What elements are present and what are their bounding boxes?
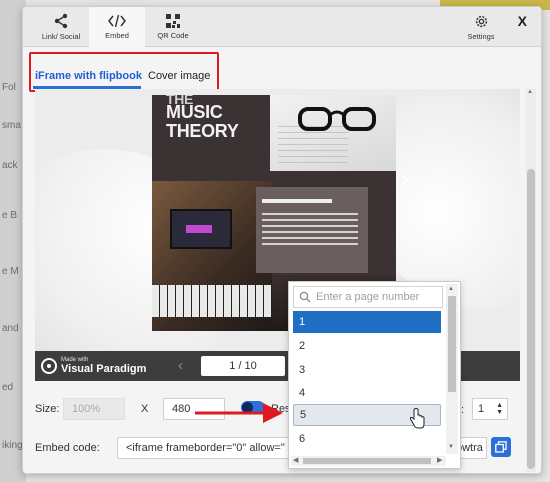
start-page-value: 1: [478, 403, 485, 415]
page-number-dropdown[interactable]: 1 2 3 4 5 6 ▲ ▼ ◀ ▶: [288, 281, 461, 469]
scroll-up-icon[interactable]: ▲: [448, 286, 454, 292]
embed-code-label: Embed code:: [35, 442, 100, 454]
bg-label: e M: [2, 266, 19, 277]
bg-label: sma: [2, 120, 21, 131]
code-icon: [108, 14, 126, 28]
logo-mark-icon: [41, 358, 57, 374]
scrollbar-thumb[interactable]: [303, 458, 431, 464]
share-icon: [54, 13, 68, 29]
width-input[interactable]: 100%: [63, 398, 125, 420]
dropdown-horizontal-scrollbar[interactable]: ◀ ▶: [291, 456, 446, 466]
page-option[interactable]: 6: [293, 428, 441, 450]
gear-icon: [475, 15, 487, 27]
scrollbar-thumb[interactable]: [448, 296, 456, 392]
dialog-toolbar: Link/ Social Embed QR Code Settings X: [23, 7, 541, 47]
promo-text-block: [256, 187, 368, 273]
settings-button[interactable]: Settings: [453, 7, 509, 47]
page-option[interactable]: 4: [293, 382, 441, 404]
hand-cursor-icon: [409, 408, 425, 429]
start-page-stepper[interactable]: 1 ▲ ▼: [472, 398, 508, 420]
size-label: Size:: [35, 403, 60, 415]
tab-embed[interactable]: Embed: [89, 7, 145, 47]
start-page-colon: :: [461, 404, 465, 416]
glasses-icon: [298, 107, 376, 131]
tab-label: Embed: [105, 31, 129, 40]
dialog-scrollbar[interactable]: ▲: [526, 89, 536, 472]
bg-label: iking: [2, 440, 23, 451]
qr-code-icon: [166, 14, 180, 28]
tab-label: Link/ Social: [41, 32, 81, 41]
bg-label: ed: [2, 382, 14, 393]
prev-page-button[interactable]: ‹: [178, 357, 183, 374]
glasses-photo: [270, 95, 396, 171]
tab-link-social[interactable]: Link/ Social: [33, 7, 89, 47]
page-indicator[interactable]: 1 / 10: [201, 356, 285, 376]
page-option[interactable]: 3: [293, 359, 441, 381]
copy-icon: [495, 441, 507, 453]
search-icon: [299, 291, 311, 303]
page-search-input[interactable]: [316, 289, 440, 305]
dropdown-vertical-scrollbar[interactable]: ▲ ▼: [446, 284, 458, 454]
scroll-right-icon[interactable]: ▶: [437, 456, 442, 464]
scrollbar-thumb[interactable]: [527, 169, 535, 469]
settings-label: Settings: [467, 31, 495, 41]
close-button[interactable]: X: [518, 13, 527, 29]
next-page-arrow[interactable]: ›: [400, 167, 410, 193]
logo-big-text: Visual Paradigm: [61, 363, 147, 375]
tab-qr-code[interactable]: QR Code: [145, 7, 201, 47]
page-option[interactable]: 2: [293, 335, 441, 357]
annotation-arrow-icon: [195, 403, 283, 423]
size-separator: X: [141, 403, 149, 415]
bg-label: e B: [2, 210, 18, 221]
subtab-cover-image[interactable]: Cover image: [148, 70, 210, 82]
book-title: THE MUSIC THEORY: [166, 95, 239, 141]
bg-label: Fol: [2, 82, 16, 93]
book-title-line: THEORY: [166, 121, 239, 141]
book-title-fragment: THE: [166, 95, 194, 107]
scroll-up-icon[interactable]: ▲: [527, 89, 533, 95]
page-option[interactable]: 1: [293, 311, 441, 333]
visual-paradigm-logo: Made with Visual Paradigm: [41, 357, 146, 375]
stepper-arrows-icon[interactable]: ▲ ▼: [496, 402, 503, 416]
copy-button[interactable]: [491, 437, 511, 457]
scroll-down-icon[interactable]: ▼: [448, 444, 454, 450]
tab-label: QR Code: [157, 31, 189, 40]
embed-code-field[interactable]: <iframe frameborder="0" allow=": [117, 437, 297, 459]
bg-label: ack: [2, 160, 18, 171]
bg-label: and: [2, 323, 19, 334]
scroll-left-icon[interactable]: ◀: [293, 456, 298, 464]
subtab-iframe-flipbook[interactable]: iFrame with flipbook: [35, 70, 142, 82]
page-search-box[interactable]: [293, 286, 443, 308]
